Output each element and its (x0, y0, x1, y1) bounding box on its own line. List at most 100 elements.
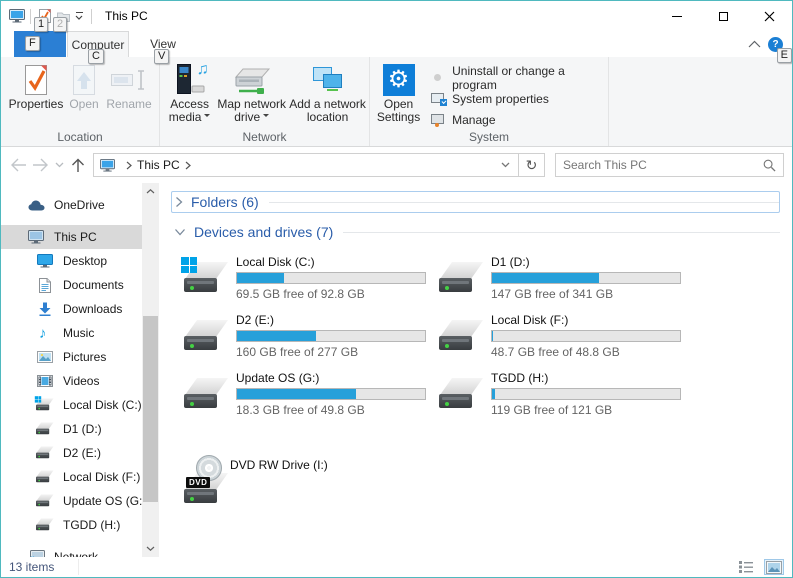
back-button[interactable] (7, 153, 29, 177)
system-properties-icon (431, 92, 446, 106)
qat-customize-dropdown[interactable] (72, 6, 86, 26)
map-network-drive-button[interactable]: Map network drive (215, 61, 288, 126)
system-properties-button[interactable]: System properties (427, 88, 606, 109)
sidebar-item-onedrive[interactable]: OneDrive (1, 193, 142, 217)
sidebar-item-this-pc[interactable]: This PC (1, 225, 142, 249)
sidebar-item-videos[interactable]: Videos (1, 369, 142, 393)
breadcrumb-chevron-icon[interactable] (185, 161, 191, 170)
sidebar-item-update-os[interactable]: Update OS (G:) (1, 489, 142, 513)
address-dropdown[interactable] (497, 162, 514, 168)
breadcrumb-chevron-icon[interactable] (126, 161, 132, 170)
divider (30, 9, 31, 24)
file-menu-button[interactable] (14, 31, 66, 57)
header-rule (269, 202, 779, 203)
drive-free-space: 119 GB free of 121 GB (491, 403, 681, 417)
close-button[interactable] (746, 1, 792, 31)
group-label-network: Network (160, 130, 369, 144)
hard-drive-icon (184, 320, 230, 359)
access-media-button[interactable]: ♫ Access media (164, 61, 215, 126)
minimize-ribbon-button[interactable] (748, 40, 762, 50)
window-controls (654, 1, 792, 31)
drive-name: Local Disk (C:) (236, 255, 426, 270)
recent-locations-dropdown[interactable] (51, 153, 67, 177)
qat-properties-button[interactable]: 1 (36, 6, 54, 26)
ribbon: Properties Open Rename Location ♫ (1, 57, 792, 147)
search-icon[interactable] (763, 159, 776, 172)
scroll-up-button[interactable] (142, 183, 159, 200)
up-arrow-icon (71, 158, 85, 173)
drive-tile-g[interactable]: Update OS (G:) 18.3 GB free of 49.8 GB (184, 371, 439, 417)
drive-tile-c[interactable]: Local Disk (C:) 69.5 GB free of 92.8 GB (184, 255, 439, 301)
search-box[interactable] (555, 153, 784, 177)
item-count: 13 items (9, 559, 79, 575)
sidebar-item-desktop[interactable]: Desktop (1, 249, 142, 273)
up-button[interactable] (67, 153, 89, 177)
chevron-down-icon (146, 546, 155, 551)
uninstall-program-button[interactable]: Uninstall or change a program (427, 67, 606, 88)
folders-group-header[interactable]: Folders (6) (171, 191, 780, 213)
divider (91, 9, 92, 24)
rename-icon (111, 63, 147, 97)
properties-button[interactable]: Properties (7, 61, 65, 113)
details-view-button[interactable] (736, 559, 756, 575)
address-bar[interactable]: This PC (93, 153, 519, 177)
hard-drive-icon (439, 320, 485, 359)
keytip-1: 1 (34, 17, 48, 32)
scrollbar-thumb[interactable] (143, 316, 158, 502)
search-input[interactable] (563, 158, 763, 172)
drive-icon (36, 493, 54, 509)
drive-tile-d[interactable]: D1 (D:) 147 GB free of 341 GB (439, 255, 694, 301)
breadcrumb-this-pc[interactable]: This PC (137, 158, 180, 172)
drive-tile-h[interactable]: TGDD (H:) 119 GB free of 121 GB (439, 371, 694, 417)
pictures-icon (36, 349, 54, 365)
sidebar-item-documents[interactable]: Documents (1, 273, 142, 297)
sidebar-item-tgdd[interactable]: TGDD (H:) (1, 513, 142, 537)
system-drive-icon (36, 397, 54, 413)
sidebar-item-downloads[interactable]: Downloads (1, 297, 142, 321)
sidebar-item-local-disk-f[interactable]: Local Disk (F:) (1, 465, 142, 489)
capacity-bar (236, 330, 426, 342)
open-settings-button[interactable]: ⚙ Open Settings (374, 61, 423, 126)
drive-tile-f[interactable]: Local Disk (F:) 48.7 GB free of 48.8 GB (439, 313, 694, 359)
capacity-bar-fill (492, 273, 599, 283)
items-view: Folders (6) Devices and drives (7) Local… (159, 183, 792, 557)
scroll-down-button[interactable] (142, 540, 159, 557)
large-icons-view-button[interactable] (764, 559, 784, 575)
devices-group-header[interactable]: Devices and drives (7) (171, 221, 780, 243)
maximize-button[interactable] (700, 1, 746, 31)
dropdown-arrow-icon (263, 114, 269, 120)
forward-arrow-icon (32, 158, 49, 172)
add-network-location-button[interactable]: Add a network location (288, 61, 367, 126)
keytip-computer: C (88, 49, 104, 64)
capacity-bar-fill (492, 389, 495, 399)
sidebar-item-d1[interactable]: D1 (D:) (1, 417, 142, 441)
manage-icon (431, 113, 446, 127)
chevron-down-icon (501, 162, 510, 168)
settings-gear-icon: ⚙ (383, 63, 415, 97)
sidebar-item-pictures[interactable]: Pictures (1, 345, 142, 369)
manage-button[interactable]: Manage (427, 109, 606, 130)
group-label-location: Location (1, 130, 159, 144)
qat-new-folder-button[interactable]: 2 (54, 6, 72, 26)
minimize-button[interactable] (654, 1, 700, 31)
sidebar-item-d2[interactable]: D2 (E:) (1, 441, 142, 465)
sidebar-item-local-disk-c[interactable]: Local Disk (C:) (1, 393, 142, 417)
rename-button[interactable]: Rename (103, 61, 155, 113)
capacity-bar (491, 388, 681, 400)
drive-tile-e[interactable]: D2 (E:) 160 GB free of 277 GB (184, 313, 439, 359)
open-button[interactable]: Open (65, 61, 103, 113)
videos-icon (36, 373, 54, 389)
window-title: This PC (105, 9, 148, 23)
refresh-button[interactable]: ↻ (519, 153, 545, 177)
dvd-drive-tile[interactable]: DVD DVD RW Drive (I:) (184, 443, 439, 487)
main-area: OneDrive This PC Desktop Documents (1, 183, 792, 557)
thumbnail-view-icon (766, 561, 782, 574)
sidebar-item-music[interactable]: ♪ Music (1, 321, 142, 345)
drive-name: Local Disk (F:) (491, 313, 681, 328)
sidebar-scrollbar[interactable] (142, 183, 159, 557)
drive-name: DVD RW Drive (I:) (230, 458, 328, 473)
system-menu-icon[interactable] (9, 9, 25, 23)
forward-button[interactable] (29, 153, 51, 177)
capacity-bar-fill (237, 273, 284, 283)
keytip-help: E (777, 48, 792, 63)
